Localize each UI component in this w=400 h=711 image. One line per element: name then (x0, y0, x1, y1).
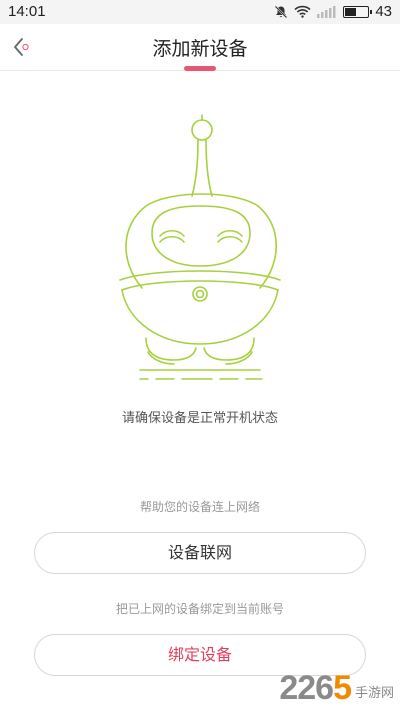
signal-icon (317, 5, 337, 18)
battery-level: 43 (375, 3, 392, 20)
power-on-instruction: 请确保设备是正常开机状态 (121, 411, 278, 426)
connect-network-button[interactable]: 设备联网 (34, 532, 366, 574)
connect-hint: 帮助您的设备连上网络 (139, 500, 260, 514)
wifi-icon (294, 5, 311, 18)
status-icons: 43 (274, 3, 392, 20)
title-bar: 添加新设备 (0, 24, 400, 71)
status-time: 14:01 (8, 3, 46, 20)
watermark-logo-text: 2265 (279, 669, 352, 707)
notification-off-icon (274, 5, 288, 19)
title-indicator (184, 66, 216, 71)
watermark: 2265 手游网 (279, 671, 394, 705)
robot-icon (119, 114, 281, 380)
bind-hint: 把已上网的设备绑定到当前账号 (115, 602, 284, 616)
page-title: 添加新设备 (152, 38, 248, 60)
status-bar: 14:01 43 (0, 0, 400, 24)
add-device-screen: 14:01 43 添加新设备 请确保设备是正常开机状态 帮助您的设备连上网络 设… (0, 0, 400, 711)
watermark-text: 手游网 (354, 686, 394, 701)
battery-icon (343, 5, 373, 18)
watermark-logo: 2265 (279, 669, 352, 707)
